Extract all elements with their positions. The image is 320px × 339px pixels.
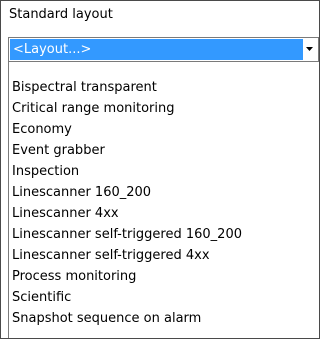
list-item-bispectral-transparent[interactable]: Bispectral transparent bbox=[12, 77, 157, 98]
layout-dropdown-panel: Standard layout <Layout...> Bispectral t… bbox=[0, 0, 320, 339]
list-item-linescanner-self-triggered-160-200[interactable]: Linescanner self-triggered 160_200 bbox=[12, 224, 242, 245]
list-item-economy[interactable]: Economy bbox=[12, 119, 72, 140]
list-item-linescanner-self-triggered-4xx[interactable]: Linescanner self-triggered 4xx bbox=[12, 245, 210, 266]
layout-combobox[interactable]: <Layout...> bbox=[8, 37, 319, 62]
combobox-dropdown-button[interactable] bbox=[303, 39, 317, 60]
list-item-inspection[interactable]: Inspection bbox=[12, 161, 79, 182]
list-item-linescanner-160-200[interactable]: Linescanner 160_200 bbox=[12, 182, 151, 203]
list-item-critical-range-monitoring[interactable]: Critical range monitoring bbox=[12, 98, 175, 119]
list-item-process-monitoring[interactable]: Process monitoring bbox=[12, 266, 136, 287]
layout-combobox-selected-value[interactable]: <Layout...> bbox=[10, 39, 304, 60]
standard-layout-label: Standard layout bbox=[9, 7, 113, 22]
layout-options-list[interactable]: Bispectral transparent Critical range mo… bbox=[8, 62, 319, 338]
list-item-event-grabber[interactable]: Event grabber bbox=[12, 140, 105, 161]
list-item-snapshot-sequence-on-alarm[interactable]: Snapshot sequence on alarm bbox=[12, 308, 201, 329]
list-item-scientific[interactable]: Scientific bbox=[12, 287, 71, 308]
chevron-down-icon bbox=[306, 47, 313, 51]
list-item-linescanner-4xx[interactable]: Linescanner 4xx bbox=[12, 203, 119, 224]
